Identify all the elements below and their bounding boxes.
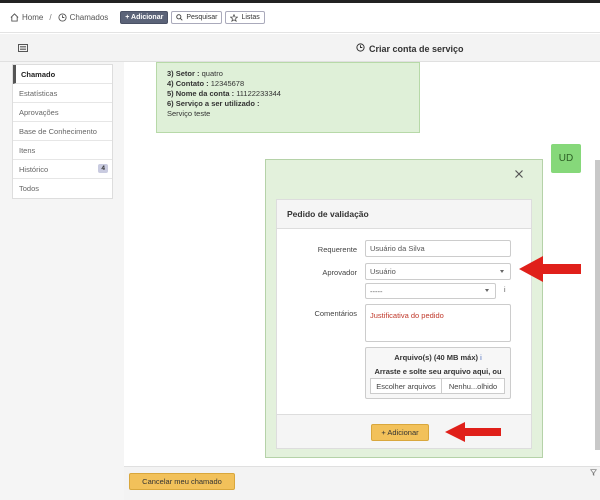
- field-label: 4) Contato :: [167, 79, 209, 88]
- validation-modal: Pedido de validação Requerente Usuário d…: [265, 159, 543, 458]
- red-arrow-icon: [519, 256, 581, 282]
- history-count-badge: 4: [98, 164, 108, 173]
- sidebar-item-approvals[interactable]: Aprovações: [13, 103, 112, 122]
- breadcrumb-home[interactable]: Home: [22, 13, 43, 22]
- cancel-ticket-button[interactable]: Cancelar meu chamado: [129, 473, 235, 490]
- field-label: 3) Setor :: [167, 69, 200, 78]
- sidebar-item-ticket[interactable]: Chamado: [13, 65, 112, 84]
- comments-textarea[interactable]: Justificativa do pedido: [365, 304, 511, 342]
- sidebar-item-label: Estatísticas: [19, 88, 58, 98]
- scrollbar[interactable]: [595, 160, 600, 450]
- ticket-description: 3) Setor : quatro 4) Contato : 12345678 …: [156, 62, 420, 133]
- approver-select-value: Usuário: [370, 267, 396, 276]
- field-value: quatro: [201, 69, 223, 78]
- sidebar-item-label: Aprovações: [19, 107, 59, 117]
- page-title: Criar conta de serviço: [356, 43, 464, 54]
- field-value: 12345678: [210, 79, 245, 88]
- comments-value: Justificativa do pedido: [370, 311, 444, 320]
- info-icon[interactable]: i: [504, 287, 506, 294]
- lists-button-label: Listas: [241, 14, 260, 21]
- red-arrow-icon: [445, 422, 501, 442]
- avatar: UD: [551, 144, 581, 173]
- add-button[interactable]: + Adicionar: [120, 11, 169, 24]
- page-header: Criar conta de serviço: [0, 34, 600, 62]
- comments-label: Comentários: [314, 309, 357, 318]
- sidebar: Chamado Estatísticas Aprovações Base de …: [12, 64, 113, 199]
- field-value: 11122233344: [236, 89, 281, 98]
- clock-icon: [58, 13, 67, 22]
- clock-icon: [356, 43, 365, 54]
- sidebar-item-knowledge-base[interactable]: Base de Conhecimento: [13, 122, 112, 141]
- choose-files-button[interactable]: Escolher arquivos: [370, 378, 442, 394]
- approver-secondary-select[interactable]: -----: [365, 283, 496, 299]
- approver-select[interactable]: Usuário: [365, 263, 511, 280]
- star-icon: [230, 13, 239, 22]
- submit-add-button[interactable]: + Adicionar: [371, 424, 429, 441]
- sidebar-item-label: Todos: [19, 184, 40, 193]
- field-label: 5) Nome da conta :: [167, 89, 235, 98]
- validation-panel: Pedido de validação Requerente Usuário d…: [276, 199, 532, 449]
- filter-icon[interactable]: [589, 469, 598, 478]
- sidebar-toggle-icon[interactable]: [18, 44, 28, 54]
- upload-title-text: Arquivo(s) (40 MB máx): [394, 353, 478, 362]
- sidebar-item-label: Itens: [19, 145, 36, 155]
- breadcrumb-separator: /: [49, 13, 52, 22]
- requester-field[interactable]: Usuário da Silva: [365, 240, 511, 257]
- sidebar-item-statistics[interactable]: Estatísticas: [13, 84, 112, 103]
- requester-label: Requerente: [317, 245, 357, 254]
- sidebar-item-label: Histórico: [19, 164, 49, 174]
- page-title-text: Criar conta de serviço: [369, 43, 464, 54]
- page-footer: Cancelar meu chamado: [124, 466, 600, 500]
- panel-title: Pedido de validação: [277, 200, 531, 229]
- sidebar-item-label: Chamado: [21, 69, 56, 79]
- info-icon[interactable]: i: [480, 353, 482, 362]
- chevron-down-icon: [485, 289, 489, 292]
- selected-file-name: Nenhu...olhido: [442, 378, 505, 394]
- close-icon[interactable]: [514, 169, 524, 179]
- chevron-down-icon: [500, 269, 504, 273]
- upload-hint: Arraste e solte seu arquivo aqui, ou: [374, 367, 502, 376]
- breadcrumb-tickets[interactable]: Chamados: [70, 13, 109, 22]
- sidebar-item-items[interactable]: Itens: [13, 141, 112, 160]
- approver-label: Aprovador: [322, 268, 357, 277]
- search-icon: [176, 14, 183, 21]
- upload-title: Arquivo(s) (40 MB máx) i: [366, 353, 510, 362]
- sidebar-item-all[interactable]: Todos: [13, 179, 112, 198]
- top-navbar: Home / Chamados + Adicionar Pesquisar Li…: [0, 3, 600, 33]
- search-button-label: Pesquisar: [186, 14, 218, 21]
- field-label: 6) Serviço a ser utilizado :: [167, 99, 260, 108]
- file-upload-area[interactable]: Arquivo(s) (40 MB máx) i Arraste e solte…: [365, 347, 511, 399]
- sidebar-item-history[interactable]: Histórico 4: [13, 160, 112, 179]
- search-button[interactable]: Pesquisar: [171, 11, 223, 24]
- field-value: Serviço teste: [167, 109, 211, 118]
- breadcrumb: Home / Chamados: [10, 13, 108, 22]
- sidebar-item-label: Base de Conhecimento: [19, 126, 97, 136]
- lists-button[interactable]: Listas: [225, 11, 265, 24]
- approver-secondary-value: -----: [370, 286, 383, 296]
- home-icon: [10, 13, 19, 22]
